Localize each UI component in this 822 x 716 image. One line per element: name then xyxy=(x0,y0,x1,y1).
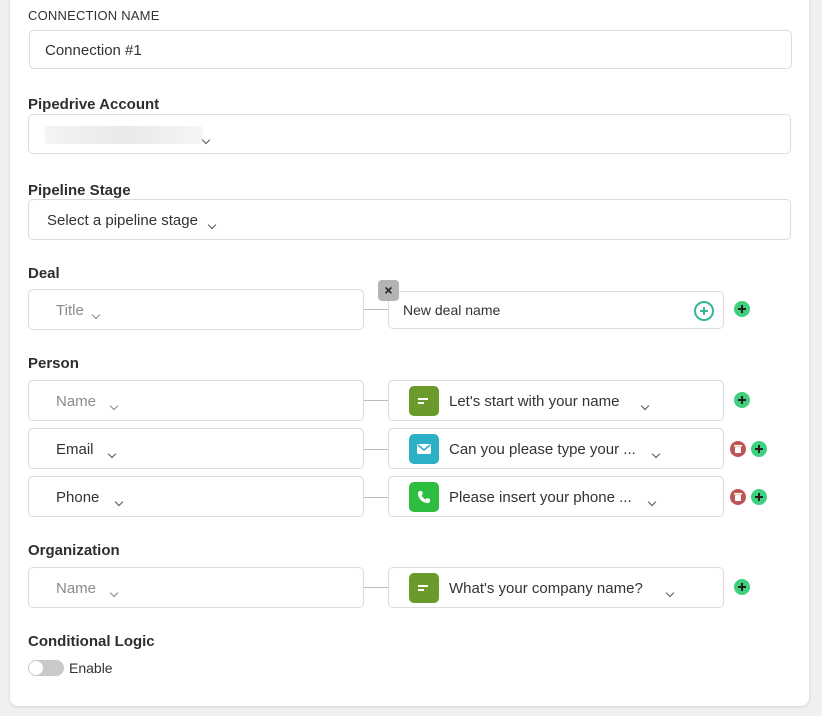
chevron-down-icon xyxy=(107,449,117,459)
add-mapping-button[interactable] xyxy=(734,579,750,595)
conditional-logic-toggle[interactable] xyxy=(28,660,64,676)
person-phone-field-select[interactable]: Phone xyxy=(28,476,364,517)
conditional-logic-label: Conditional Logic xyxy=(28,633,155,650)
mapping-connector xyxy=(364,309,388,310)
chevron-down-icon xyxy=(207,220,217,230)
organization-question-select[interactable]: What's your company name? xyxy=(388,567,724,608)
chevron-down-icon xyxy=(651,449,661,459)
chevron-down-icon xyxy=(109,588,119,598)
add-variable-icon[interactable] xyxy=(694,301,714,321)
deal-name-value: New deal name xyxy=(403,302,501,318)
person-email-question-select[interactable]: Can you please type your ... xyxy=(388,428,724,469)
pipeline-stage-value: Select a pipeline stage xyxy=(47,212,198,229)
person-phone-question-select[interactable]: Please insert your phone ... xyxy=(388,476,724,517)
person-email-field-value: Email xyxy=(56,441,94,458)
email-icon xyxy=(409,434,439,464)
person-email-field-select[interactable]: Email xyxy=(28,428,364,469)
connection-name-label: CONNECTION NAME xyxy=(28,8,160,23)
person-name-field-value: Name xyxy=(56,393,97,410)
question-label: Can you please type your ... xyxy=(449,441,636,458)
delete-mapping-button[interactable] xyxy=(730,441,746,457)
chevron-down-icon xyxy=(201,135,211,145)
mapping-connector xyxy=(364,449,388,450)
short-text-icon xyxy=(409,386,439,416)
chevron-down-icon xyxy=(647,497,657,507)
person-label: Person xyxy=(28,355,79,372)
pipeline-stage-select[interactable]: Select a pipeline stage xyxy=(28,199,791,240)
chevron-down-icon xyxy=(91,310,101,320)
deal-field-select[interactable]: Title xyxy=(28,289,364,330)
organization-label: Organization xyxy=(28,542,120,559)
question-label: Let's start with your name xyxy=(449,393,620,410)
mapping-connector xyxy=(364,497,388,498)
short-text-icon xyxy=(409,573,439,603)
deal-name-input[interactable]: New deal name xyxy=(388,291,724,329)
account-name-blurred xyxy=(45,126,203,144)
pipedrive-account-select[interactable] xyxy=(28,114,791,154)
add-mapping-button[interactable] xyxy=(751,441,767,457)
phone-icon xyxy=(409,482,439,512)
person-phone-field-value: Phone xyxy=(56,489,100,506)
mapping-connector xyxy=(364,400,388,401)
chevron-down-icon xyxy=(640,401,650,411)
chevron-down-icon xyxy=(114,497,124,507)
add-mapping-button[interactable] xyxy=(734,392,750,408)
delete-mapping-button[interactable] xyxy=(730,489,746,505)
question-label: Please insert your phone ... xyxy=(449,489,632,506)
add-mapping-button[interactable] xyxy=(734,301,750,317)
chevron-down-icon xyxy=(109,401,119,411)
mapping-connector xyxy=(364,587,388,588)
chevron-down-icon xyxy=(665,588,675,598)
pipeline-stage-label: Pipeline Stage xyxy=(28,182,131,199)
pipedrive-account-label: Pipedrive Account xyxy=(28,96,160,113)
connection-name-input[interactable]: Connection #1 xyxy=(29,30,792,69)
add-mapping-button[interactable] xyxy=(751,489,767,505)
remove-input-button[interactable]: × xyxy=(378,280,399,301)
question-label: What's your company name? xyxy=(449,580,643,597)
person-name-field-select[interactable]: Name xyxy=(28,380,364,421)
organization-field-value: Name xyxy=(56,580,97,597)
connection-settings-card: CONNECTION NAME Connection #1 Pipedrive … xyxy=(10,0,809,706)
enable-label: Enable xyxy=(69,660,113,676)
toggle-knob xyxy=(29,661,43,675)
person-name-question-select[interactable]: Let's start with your name xyxy=(388,380,724,421)
organization-name-field-select[interactable]: Name xyxy=(28,567,364,608)
deal-field-value: Title xyxy=(56,302,84,319)
deal-label: Deal xyxy=(28,265,60,282)
connection-name-value: Connection #1 xyxy=(45,42,142,59)
